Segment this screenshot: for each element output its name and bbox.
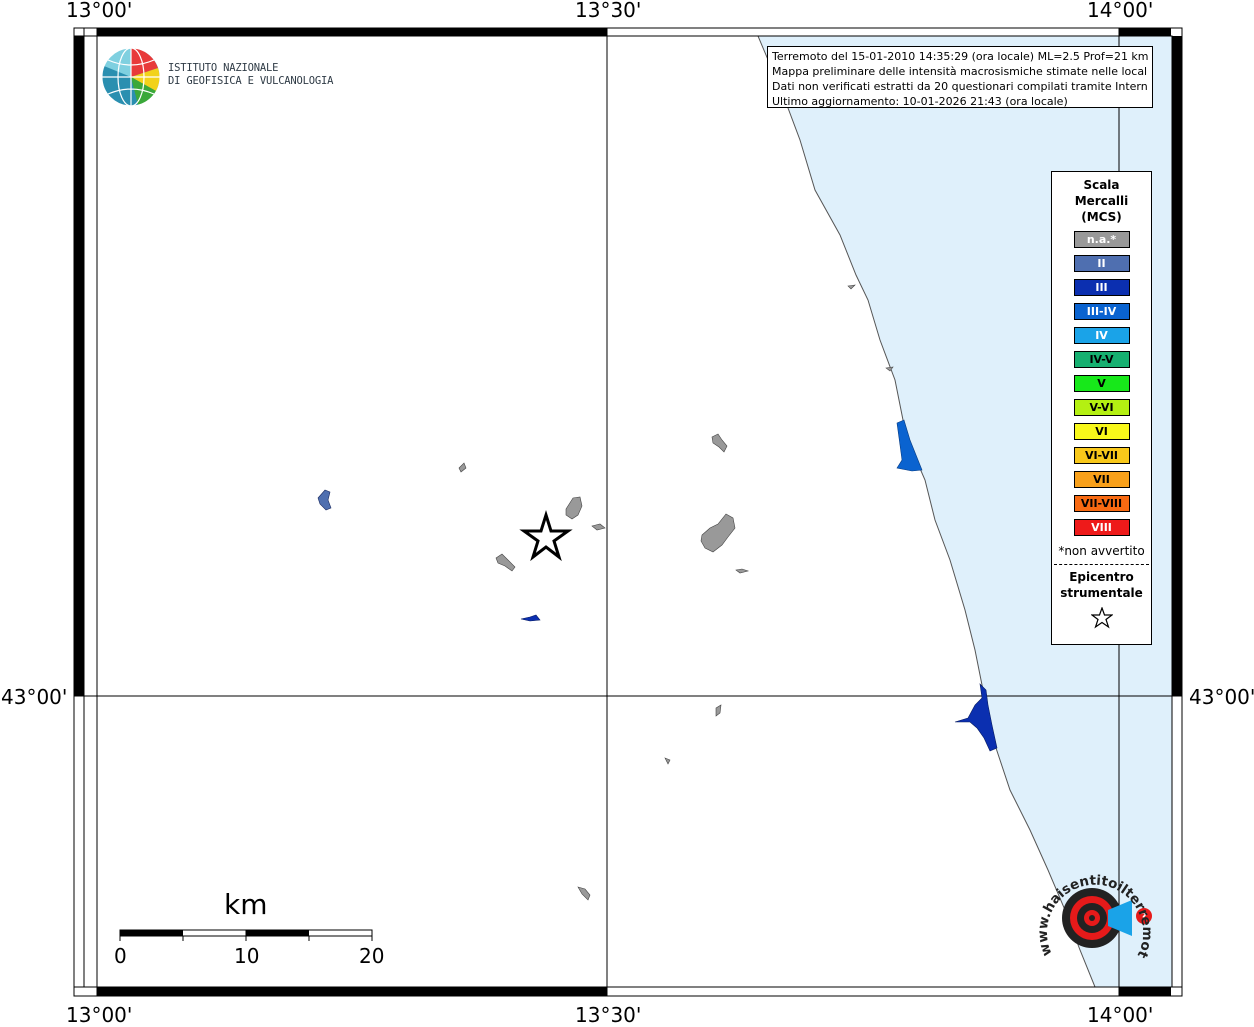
legend-item-13: VIII (1073, 519, 1130, 536)
legend-star-icon (1090, 607, 1113, 629)
legend-items: n.a.* II III III-IV IV IV-V V V-VI VI VI-VII VII VI… (1052, 231, 1151, 536)
legend-note: *non avvertito (1058, 544, 1145, 558)
institute-name-line1: ISTITUTO NAZIONALE (168, 62, 279, 74)
event-info-line4: Ultimo aggiornamento: 10-01-2026 21:43 (… (772, 95, 1068, 108)
legend-item-10: VI-VII (1073, 447, 1130, 464)
event-info-box: Terremoto del 15-01-2010 14:35:29 (ora l… (767, 46, 1153, 108)
legend-title: Scala Mercalli (MCS) (1052, 177, 1151, 225)
legend-item-1: n.a.* (1073, 231, 1130, 248)
legend-item-4: III-IV (1073, 303, 1130, 320)
legend-item-12: VII-VIII (1073, 495, 1130, 512)
legend-item-7: V (1073, 375, 1130, 392)
legend-title-line1: Scala (1083, 178, 1120, 192)
scale-label-10: 10 (234, 944, 260, 968)
hsit-logo: ? www.haisentitoilterremoto.it (1030, 852, 1155, 961)
legend-item-2: II (1073, 255, 1130, 272)
institute-name-line2: DI GEOFISICA E VULCANOLOGIA (168, 75, 334, 87)
event-info-line3: Dati non verificati estratti da 20 quest… (772, 80, 1148, 93)
legend-item-9: VI (1073, 423, 1130, 440)
legend-item-8: V-VI (1073, 399, 1130, 416)
legend-title-line2: Mercalli (1074, 194, 1129, 208)
event-info-line1: Terremoto del 15-01-2010 14:35:29 (ora l… (772, 50, 1148, 63)
event-info-line2: Mappa preliminare delle intensità macros… (772, 65, 1148, 78)
institute-name: ISTITUTO NAZIONALE DI GEOFISICA E VULCAN… (168, 62, 338, 88)
globe-icon (101, 47, 161, 107)
legend-item-6: IV-V (1073, 351, 1130, 368)
legend-epicenter-line1: Epicentro (1069, 570, 1134, 584)
scale-label-20: 20 (359, 944, 385, 968)
scale-unit: km (224, 888, 268, 921)
legend-item-11: VII (1073, 471, 1130, 488)
ingv-logo: ISTITUTO NAZIONALE DI GEOFISICA E VULCAN… (100, 46, 340, 110)
legend-epicenter-line2: strumentale (1060, 586, 1143, 600)
legend-item-3: III (1073, 279, 1130, 296)
scale-label-0: 0 (114, 944, 127, 968)
legend-epicenter-label: Epicentro strumentale (1052, 569, 1151, 601)
legend-title-line3: (MCS) (1081, 210, 1122, 224)
mcs-legend: Scala Mercalli (MCS) n.a.* II III III-IV IV I… (1051, 171, 1152, 645)
legend-item-5: IV (1073, 327, 1130, 344)
legend-divider (1054, 564, 1149, 565)
